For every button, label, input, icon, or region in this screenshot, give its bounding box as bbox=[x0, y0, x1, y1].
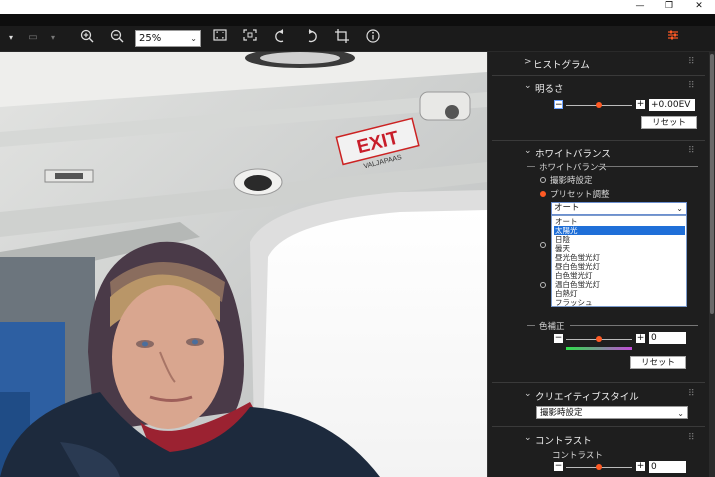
chevron-right-icon[interactable]: > bbox=[524, 57, 532, 67]
color-correction-label: 色補正 bbox=[539, 322, 565, 332]
color-slider-knob[interactable] bbox=[596, 336, 602, 342]
contrast-sub-label: コントラスト bbox=[552, 451, 603, 461]
brightness-increase-button[interactable]: + bbox=[636, 100, 645, 109]
drag-handle-icon[interactable]: ⠿ bbox=[688, 57, 695, 67]
divider bbox=[492, 426, 705, 427]
rotate-right-icon[interactable] bbox=[302, 29, 320, 47]
contrast-slider-knob[interactable] bbox=[596, 464, 602, 470]
divider bbox=[492, 382, 705, 383]
histogram-header[interactable]: ヒストグラム bbox=[533, 57, 590, 71]
group-line bbox=[570, 325, 698, 326]
contrast-increase-button[interactable]: + bbox=[636, 462, 645, 471]
group-line bbox=[598, 166, 698, 167]
contrast-decrease-button[interactable]: − bbox=[554, 462, 563, 471]
contrast-value-field[interactable]: 0 bbox=[649, 461, 686, 473]
white-balance-header[interactable]: ホワイトバランス bbox=[535, 146, 611, 160]
group-line bbox=[527, 166, 535, 167]
chevron-down-icon[interactable]: ⌄ bbox=[524, 389, 532, 399]
drag-handle-icon[interactable]: ⠿ bbox=[688, 81, 695, 91]
fit-to-window-icon[interactable] bbox=[211, 29, 229, 47]
chevron-down-icon: ⌄ bbox=[190, 34, 197, 43]
custom-radio[interactable] bbox=[540, 282, 546, 288]
creative-style-value: 撮影時設定 bbox=[540, 408, 583, 418]
color-gradient-bar bbox=[566, 347, 632, 350]
zoom-in-icon[interactable] bbox=[78, 29, 96, 47]
brightness-header[interactable]: 明るさ bbox=[535, 81, 564, 95]
brightness-slider-knob[interactable] bbox=[596, 102, 602, 108]
preset-option[interactable]: 温白色蛍光灯 bbox=[554, 280, 685, 289]
preset-option[interactable]: 日陰 bbox=[554, 235, 685, 244]
preset-option[interactable]: 白熱灯 bbox=[554, 289, 685, 298]
preset-label: プリセット調整 bbox=[550, 190, 610, 200]
contrast-header[interactable]: コントラスト bbox=[535, 433, 592, 447]
photo-image: EXIT VALJAPAAS bbox=[0, 52, 487, 477]
drag-handle-icon[interactable]: ⠿ bbox=[688, 146, 695, 156]
divider bbox=[492, 75, 705, 76]
actual-size-icon[interactable] bbox=[241, 29, 259, 47]
zoom-value: 25% bbox=[139, 33, 162, 44]
menu-strip bbox=[0, 14, 715, 26]
zoom-out-icon[interactable] bbox=[108, 29, 126, 47]
color-reset-button[interactable]: リセット bbox=[630, 356, 686, 369]
color-value-field[interactable]: 0 bbox=[649, 332, 686, 344]
chevron-down-icon: ⌄ bbox=[676, 204, 683, 213]
panel-scrollbar-thumb[interactable] bbox=[710, 54, 714, 314]
drag-handle-icon[interactable]: ⠿ bbox=[688, 389, 695, 399]
close-button[interactable]: ✕ bbox=[686, 0, 712, 14]
shot-setting-radio[interactable] bbox=[540, 177, 546, 183]
title-bar bbox=[0, 0, 715, 14]
restore-button[interactable]: ❐ bbox=[656, 0, 682, 14]
chevron-down-icon[interactable]: ⌄ bbox=[524, 81, 532, 91]
preset-selected-value: オート bbox=[554, 203, 580, 213]
creative-style-select[interactable]: 撮影時設定 ⌄ bbox=[536, 406, 688, 419]
adjustments-icon[interactable] bbox=[664, 29, 682, 47]
crop-icon[interactable] bbox=[333, 29, 351, 47]
folder-icon[interactable]: ▭ bbox=[24, 29, 42, 47]
zoom-select[interactable]: 25% ⌄ bbox=[135, 30, 201, 47]
creative-style-header[interactable]: クリエイティブスタイル bbox=[535, 389, 639, 403]
preset-option[interactable]: フラッシュ bbox=[554, 298, 685, 307]
preset-option[interactable]: 白色蛍光灯 bbox=[554, 271, 685, 280]
divider bbox=[492, 140, 705, 141]
dropdown-arrow-icon[interactable]: ▾ bbox=[2, 29, 20, 47]
color-decrease-button[interactable]: − bbox=[554, 334, 563, 343]
chevron-down-icon: ⌄ bbox=[677, 409, 684, 418]
brightness-reset-button[interactable]: リセット bbox=[641, 116, 697, 129]
temperature-radio[interactable] bbox=[540, 242, 546, 248]
info-icon[interactable] bbox=[364, 29, 382, 47]
preset-select[interactable]: オート ⌄ bbox=[551, 202, 687, 215]
chevron-down-icon[interactable]: ⌄ bbox=[524, 146, 532, 156]
chevron-down-icon[interactable]: ⌄ bbox=[524, 433, 532, 443]
preset-option[interactable]: 曇天 bbox=[554, 244, 685, 253]
preset-dropdown-list[interactable]: オート 太陽光 日陰 曇天 昼光色蛍光灯 昼白色蛍光灯 白色蛍光灯 温白色蛍光灯 白熱灯 フラッシ… bbox=[551, 215, 687, 307]
rotate-left-icon[interactable] bbox=[272, 29, 290, 47]
drag-handle-icon[interactable]: ⠿ bbox=[688, 433, 695, 443]
preset-option[interactable]: 昼白色蛍光灯 bbox=[554, 262, 685, 271]
color-increase-button[interactable]: + bbox=[636, 334, 645, 343]
brightness-decrease-button[interactable]: − bbox=[554, 100, 563, 110]
group-line bbox=[527, 325, 535, 326]
photo-canvas[interactable]: EXIT VALJAPAAS bbox=[0, 52, 487, 477]
brightness-value-field[interactable]: +0.00EV bbox=[649, 99, 695, 111]
preset-option[interactable]: 昼光色蛍光灯 bbox=[554, 253, 685, 262]
preset-option[interactable]: オート bbox=[554, 217, 685, 226]
shot-setting-label: 撮影時設定 bbox=[550, 176, 593, 186]
minimize-button[interactable]: — bbox=[627, 0, 653, 14]
white-balance-group-label: ホワイトバランス bbox=[539, 163, 607, 173]
dropdown-arrow-icon[interactable]: ▾ bbox=[44, 29, 62, 47]
preset-radio[interactable] bbox=[540, 191, 546, 197]
preset-option[interactable]: 太陽光 bbox=[554, 226, 685, 235]
